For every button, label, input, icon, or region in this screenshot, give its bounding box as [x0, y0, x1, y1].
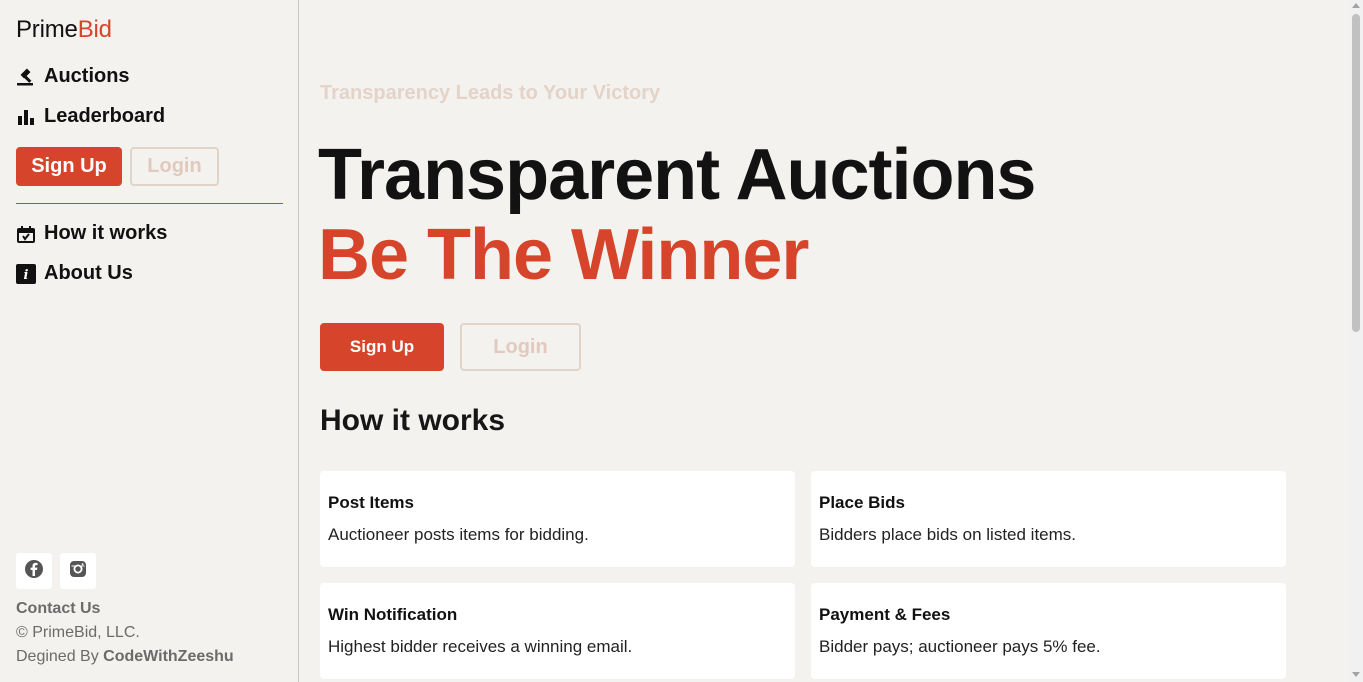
sidebar-login-button[interactable]: Login — [130, 147, 219, 186]
sidebar-item-about-us[interactable]: i About Us — [16, 262, 133, 285]
facebook-link[interactable] — [16, 553, 52, 589]
step-card-title: Post Items — [328, 493, 414, 512]
designer-credit-link[interactable]: CodeWithZeeshu — [103, 648, 234, 665]
hero-login-button[interactable]: Login — [460, 323, 581, 371]
info-icon: i — [16, 263, 36, 284]
step-card-place-bids: Place Bids Bidders place bids on listed … — [811, 471, 1286, 567]
bar-chart-icon — [16, 107, 36, 127]
scroll-up-arrow-icon[interactable] — [1352, 3, 1360, 8]
hero-signup-button[interactable]: Sign Up — [320, 323, 444, 371]
designer-credit: Degined By CodeWithZeeshu — [16, 648, 234, 666]
step-card-payment-fees: Payment & Fees Bidder pays; auctioneer p… — [811, 583, 1286, 679]
step-card-post-items: Post Items Auctioneer posts items for bi… — [320, 471, 795, 567]
instagram-icon — [68, 559, 88, 584]
hero-title-line2: Be The Winner — [318, 215, 809, 295]
step-card-title: Win Notification — [328, 605, 458, 624]
sidebar-item-leaderboard[interactable]: Leaderboard — [16, 105, 165, 128]
scroll-down-arrow-icon[interactable] — [1352, 672, 1360, 677]
step-card-title: Payment & Fees — [819, 605, 951, 624]
contact-us-link[interactable]: Contact Us — [16, 600, 100, 618]
scrollbar-thumb[interactable] — [1352, 14, 1360, 332]
sidebar-item-how-it-works[interactable]: How it works — [16, 222, 167, 245]
hero-tagline: Transparency Leads to Your Victory — [320, 82, 661, 104]
step-card-win-notification: Win Notification Highest bidder receives… — [320, 583, 795, 679]
step-card-text: Highest bidder receives a winning email. — [328, 637, 633, 656]
sidebar-item-label: How it works — [44, 222, 168, 244]
sidebar-item-label: Leaderboard — [44, 105, 166, 127]
sidebar-signup-button[interactable]: Sign Up — [16, 147, 122, 186]
main-content: Transparency Leads to Your Victory Trans… — [300, 0, 1349, 682]
facebook-icon — [24, 559, 44, 584]
instagram-link[interactable] — [60, 553, 96, 589]
brand-name-prime: Prime — [16, 16, 78, 43]
brand-name-bid: Bid — [77, 16, 112, 43]
sidebar-item-label: Auctions — [44, 65, 130, 87]
hero-title-line1: Transparent Auctions — [318, 135, 1036, 215]
sidebar-divider — [16, 203, 283, 204]
step-card-text: Bidder pays; auctioneer pays 5% fee. — [819, 637, 1101, 656]
sidebar-item-auctions[interactable]: Auctions — [16, 65, 130, 88]
gavel-icon — [16, 67, 36, 87]
step-card-text: Auctioneer posts items for bidding. — [328, 525, 589, 544]
how-it-works-title: How it works — [320, 404, 506, 437]
brand-logo[interactable]: PrimeBid — [16, 16, 112, 44]
sidebar-item-label: About Us — [44, 262, 133, 284]
page-scrollbar[interactable] — [1349, 0, 1363, 682]
step-card-title: Place Bids — [819, 493, 905, 512]
sidebar: PrimeBid Auctions Leaderboard Sign Up Lo… — [0, 0, 299, 682]
calendar-box-icon — [16, 224, 36, 244]
designer-credit-prefix: Degined By — [16, 648, 99, 665]
step-card-text: Bidders place bids on listed items. — [819, 525, 1077, 544]
svg-text:i: i — [24, 268, 29, 283]
copyright-text: © PrimeBid, LLC. — [16, 624, 140, 641]
